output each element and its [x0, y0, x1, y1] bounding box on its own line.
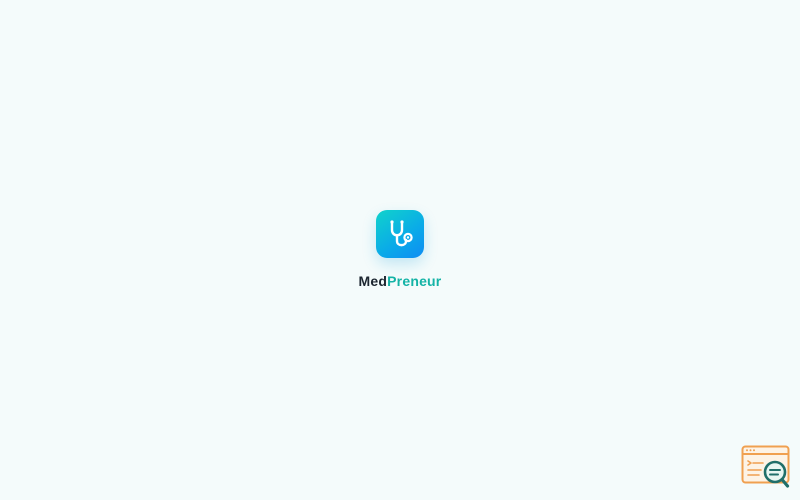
app-name-part-1: Med: [358, 273, 388, 289]
app-screen: MedPreneur: [0, 0, 800, 500]
splash-screen: MedPreneur: [0, 0, 800, 500]
app-name-part-2: Preneur: [387, 273, 442, 289]
app-name: MedPreneur: [0, 273, 800, 289]
stethoscope-icon: [390, 220, 413, 247]
app-logo: [376, 210, 424, 258]
inspector-button[interactable]: [741, 445, 791, 489]
browser-search-icon: [741, 445, 790, 488]
